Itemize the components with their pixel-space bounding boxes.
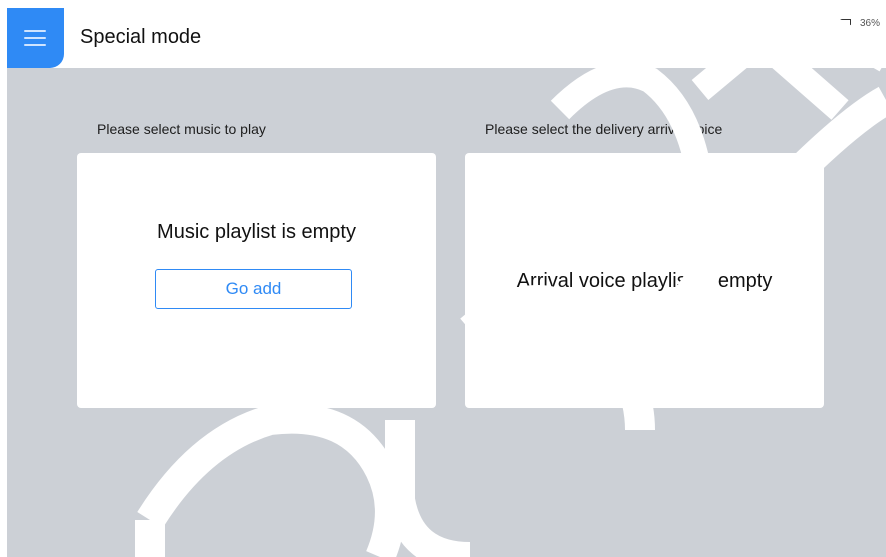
- page-title: Special mode: [80, 26, 202, 48]
- voice-section-label: Please select the delivery arrival voice: [485, 121, 723, 137]
- menu-icon: [24, 30, 46, 32]
- go-add-button[interactable]: Go add: [155, 269, 352, 309]
- header-bar: Special mode 36%: [7, 8, 886, 68]
- battery-percent: 36%: [859, 18, 880, 29]
- music-playlist-card: Music playlist is empty Go add: [77, 153, 436, 408]
- voice-empty-message: Arrival voice playlist is empty: [516, 270, 773, 292]
- screen: Special mode 36% Please select music to …: [7, 8, 886, 557]
- menu-icon-bar: [24, 44, 46, 46]
- status-bar: 36%: [814, 18, 880, 29]
- voice-playlist-card: Arrival voice playlist is empty: [465, 153, 824, 408]
- music-section-label: Please select music to play: [97, 121, 266, 137]
- menu-button[interactable]: [7, 8, 64, 68]
- battery-icon: [835, 18, 851, 29]
- menu-icon-bar: [24, 37, 46, 39]
- wifi-icon: [814, 18, 828, 29]
- music-empty-message: Music playlist is empty: [157, 221, 356, 243]
